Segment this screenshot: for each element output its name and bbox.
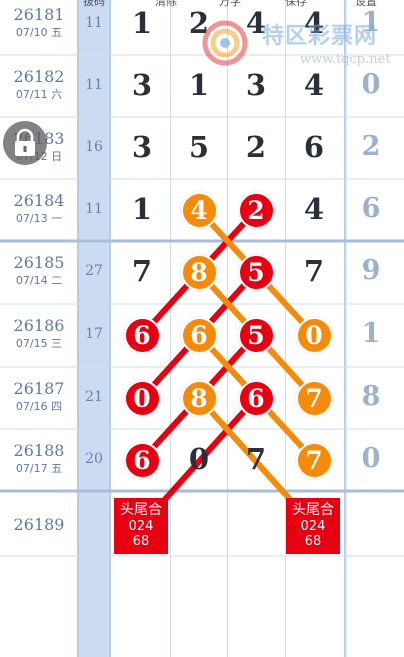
prediction-line1: 024: [300, 519, 326, 534]
draw-digit: 5: [188, 130, 210, 164]
draw-digit: 3: [131, 130, 153, 164]
draw-digit: 0: [188, 442, 210, 476]
prediction-tag-right[interactable]: 头尾合 024 68: [286, 498, 340, 554]
issue-cell: 26184 07/13 一: [0, 192, 78, 226]
draw-ball: 4: [180, 191, 218, 229]
draw-digit: 6: [303, 130, 325, 164]
draw-ball: 0: [123, 379, 161, 417]
sum-value: 21: [85, 389, 103, 405]
draw-digit: 7: [303, 254, 325, 288]
draw-digit: 4: [303, 192, 325, 226]
tail-value: 0: [361, 69, 381, 100]
issue-number: 26187: [13, 379, 65, 398]
site-watermark: 特区彩票网 www.tqcp.net: [200, 12, 400, 72]
issue-number: 26184: [13, 191, 65, 210]
issue-date: 07/14 二: [15, 274, 63, 287]
draw-digit: 4: [303, 68, 325, 102]
sum-value: 17: [85, 326, 103, 342]
draw-ball: 5: [237, 316, 275, 354]
issue-date: 07/15 三: [15, 337, 63, 350]
lottery-logo-icon: [202, 20, 248, 66]
draw-digit: 7: [131, 254, 153, 288]
prediction-label: 头尾合: [120, 502, 162, 518]
issue-number: 26185: [13, 253, 65, 272]
draw-digit: 1: [131, 6, 153, 40]
draw-ball: 8: [180, 253, 218, 291]
draw-ball: 6: [180, 316, 218, 354]
watermark-site-name: 特区彩票网: [262, 24, 378, 49]
future-issue-number: 26189: [0, 516, 78, 534]
draw-ball: 6: [123, 441, 161, 479]
issue-number: 26188: [13, 441, 65, 460]
sum-value: 11: [85, 15, 103, 31]
issue-cell: 26181 07/10 五: [0, 6, 78, 40]
issue-cell: 26186 07/15 三: [0, 317, 78, 351]
draw-digit: 3: [245, 68, 267, 102]
tail-value: 1: [361, 318, 381, 349]
issue-number: 26181: [13, 5, 65, 24]
sum-value: 20: [85, 451, 103, 467]
lock-icon[interactable]: [3, 121, 47, 165]
sum-value: 11: [85, 201, 103, 217]
draw-digit: 7: [245, 442, 267, 476]
sum-value: 16: [85, 139, 103, 155]
tail-value: 0: [361, 443, 381, 474]
prediction-line1: 024: [128, 519, 154, 534]
draw-digit: 1: [131, 192, 153, 226]
issue-date: 07/16 四: [15, 400, 63, 413]
future-issue-label: 26189: [13, 515, 65, 534]
draw-ball: 6: [123, 316, 161, 354]
trend-chart: 拔码 清除 万学 保存 设置 26181 07/10 五 11 1 2 4 4 1 26182 0…: [0, 0, 404, 657]
prediction-tag-left[interactable]: 头尾合 024 68: [114, 498, 168, 554]
sum-value: 27: [85, 263, 103, 279]
draw-ball: 0: [295, 316, 333, 354]
prediction-line2: 68: [132, 534, 150, 549]
tail-value: 6: [361, 193, 381, 224]
draw-ball: 7: [295, 379, 333, 417]
issue-cell: 26182 07/11 六: [0, 68, 78, 102]
draw-ball: 7: [295, 441, 333, 479]
issue-date: 07/13 一: [15, 212, 63, 225]
issue-number: 26186: [13, 316, 65, 335]
prediction-label: 头尾合: [292, 502, 334, 518]
draw-ball: 8: [180, 379, 218, 417]
issue-date: 07/17 五: [15, 462, 63, 475]
draw-digit: 2: [245, 130, 267, 164]
tail-value: 2: [361, 131, 381, 162]
issue-date: 07/10 五: [15, 26, 63, 39]
tail-value: 9: [361, 255, 381, 286]
draw-ball: 2: [237, 191, 275, 229]
draw-ball: 5: [237, 253, 275, 291]
watermark-url: www.tqcp.net: [300, 52, 391, 67]
issue-cell: 26188 07/17 五: [0, 442, 78, 476]
draw-ball: 6: [237, 379, 275, 417]
tail-value: 8: [361, 381, 381, 412]
draw-digit: 1: [188, 68, 210, 102]
sum-value: 11: [85, 77, 103, 93]
prediction-line2: 68: [304, 534, 322, 549]
draw-digit: 3: [131, 68, 153, 102]
issue-date: 07/11 六: [15, 88, 63, 101]
issue-cell: 26185 07/14 二: [0, 254, 78, 288]
issue-number: 26182: [13, 67, 65, 86]
issue-cell: 26187 07/16 四: [0, 380, 78, 414]
